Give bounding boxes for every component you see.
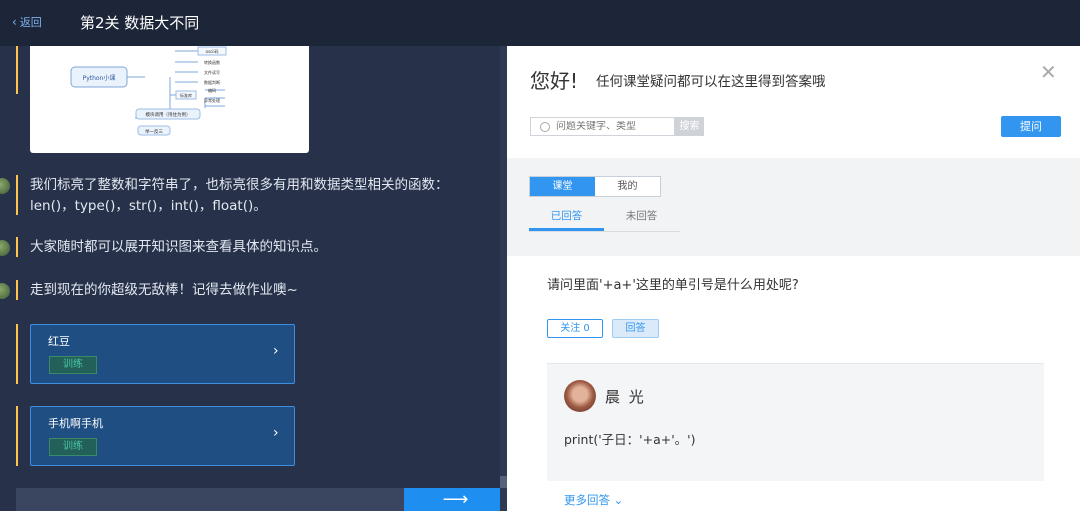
search-box [530, 117, 675, 136]
chevron-down-icon: ⌄ [613, 493, 624, 507]
search-button[interactable]: 搜索 [675, 117, 704, 136]
segment-class[interactable]: 课堂 [530, 177, 595, 196]
segment-control: 课堂 我的 [529, 176, 661, 197]
mindmap-node: 异常处理 [204, 97, 220, 103]
rail-marker [16, 175, 18, 215]
mindmap-node: 标准库 [180, 92, 192, 98]
chat-message: 我们标亮了整数和字符串了，也标亮很多有用和数据类型相关的函数： len()，ty… [30, 175, 449, 217]
back-button[interactable]: ‹ 返回 [12, 14, 42, 30]
mindmap-svg: Python小课 ascii码 转换函数 文件读写 数据判断 编码 异常处理 模… [70, 46, 227, 136]
more-answers-link[interactable]: 更多回答 ⌄ [564, 492, 623, 508]
tab-answered[interactable]: 已回答 [529, 208, 604, 231]
segment-mine[interactable]: 我的 [595, 177, 660, 196]
tabs-area: 课堂 我的 已回答 未回答 [507, 158, 1080, 253]
next-button[interactable]: ⟶ [404, 488, 507, 511]
chat-message: 大家随时都可以展开知识图来查看具体的知识点。 [30, 237, 327, 258]
exercise-card[interactable]: 手机啊手机 训练 › [30, 406, 295, 466]
mindmap-node: 编码 [208, 87, 216, 93]
close-icon[interactable]: ✕ [1040, 60, 1057, 84]
rail-marker [16, 280, 18, 300]
question-item: 请问里面'+a+'这里的单引号是什么用处呢? 关注 0 回答 晨 光 print… [507, 256, 1080, 511]
answer-card: 晨 光 print('子日：'+a+'。') [547, 364, 1044, 481]
message-line: 大家随时都可以展开知识图来查看具体的知识点。 [30, 239, 327, 255]
mindmap-root: Python小课 [83, 74, 116, 82]
question-text: 请问里面'+a+'这里的单引号是什么用处呢? [547, 278, 799, 293]
more-answers-label: 更多回答 [564, 493, 610, 507]
answer-text: print('子日：'+a+'。') [564, 432, 696, 447]
top-bar: ‹ 返回 第2关 数据大不同 [0, 0, 1080, 46]
page-title: 第2关 数据大不同 [80, 14, 200, 32]
lesson-panel: Python小课 ascii码 转换函数 文件读写 数据判断 编码 异常处理 模… [0, 46, 507, 511]
rail-marker [16, 324, 18, 384]
tab-unanswered[interactable]: 未回答 [604, 208, 679, 231]
subtitle: 任何课堂疑问都可以在这里得到答案哦 [596, 74, 826, 90]
arrow-right-icon: ⟶ [442, 489, 469, 510]
mindmap-node: 数据判断 [204, 79, 220, 85]
message-line: 走到现在的你超级无敌棒！记得去做作业噢~ [30, 282, 298, 298]
back-label: 返回 [19, 16, 42, 29]
message-line: len()，type()，str()，int()，float()。 [30, 198, 267, 214]
subtabs: 已回答 未回答 [529, 208, 680, 232]
chat-message: 走到现在的你超级无敌棒！记得去做作业噢~ [30, 280, 298, 301]
rail-marker [16, 46, 18, 94]
card-tag: 训练 [49, 438, 97, 456]
mindmap-image[interactable]: Python小课 ascii码 转换函数 文件读写 数据判断 编码 异常处理 模… [30, 46, 309, 153]
follow-button[interactable]: 关注 0 [547, 319, 603, 338]
search-icon [540, 121, 550, 132]
ask-button[interactable]: 提问 [1001, 116, 1061, 137]
avatar [564, 380, 596, 412]
card-tag: 训练 [49, 356, 97, 374]
chevron-right-icon: › [273, 343, 279, 359]
rail-marker [16, 237, 18, 257]
mindmap-node: 文件读写 [204, 69, 220, 75]
qa-header: 您好! 任何课堂疑问都可以在这里得到答案哦 ✕ 搜索 提问 [507, 46, 1080, 158]
mindmap-node: 转换函数 [204, 59, 220, 65]
scrollbar-thumb[interactable] [500, 476, 507, 488]
avatar [0, 240, 10, 256]
mindmap-node: 模块调用（甩住为例） [146, 111, 191, 118]
message-line: 我们标亮了整数和字符串了，也标亮很多有用和数据类型相关的函数： [30, 177, 449, 193]
card-title: 红豆 [48, 335, 70, 348]
qa-panel: 您好! 任何课堂疑问都可以在这里得到答案哦 ✕ 搜索 提问 课堂 我的 已回答 … [507, 46, 1080, 511]
mindmap-node: 举一反三 [145, 128, 163, 135]
scrollbar-track[interactable] [500, 46, 507, 511]
avatar [0, 178, 10, 194]
chevron-left-icon: ‹ [12, 15, 17, 29]
exercise-card[interactable]: 红豆 训练 › [30, 324, 295, 384]
answer-author: 晨 光 [605, 388, 646, 406]
mindmap-node: ascii码 [206, 48, 219, 54]
answer-button[interactable]: 回答 [612, 319, 659, 338]
card-title: 手机啊手机 [48, 417, 103, 430]
chevron-right-icon: › [273, 425, 279, 441]
rail-marker [16, 406, 18, 466]
search-input[interactable] [556, 121, 666, 132]
avatar [0, 283, 10, 299]
greeting: 您好! [530, 69, 579, 93]
